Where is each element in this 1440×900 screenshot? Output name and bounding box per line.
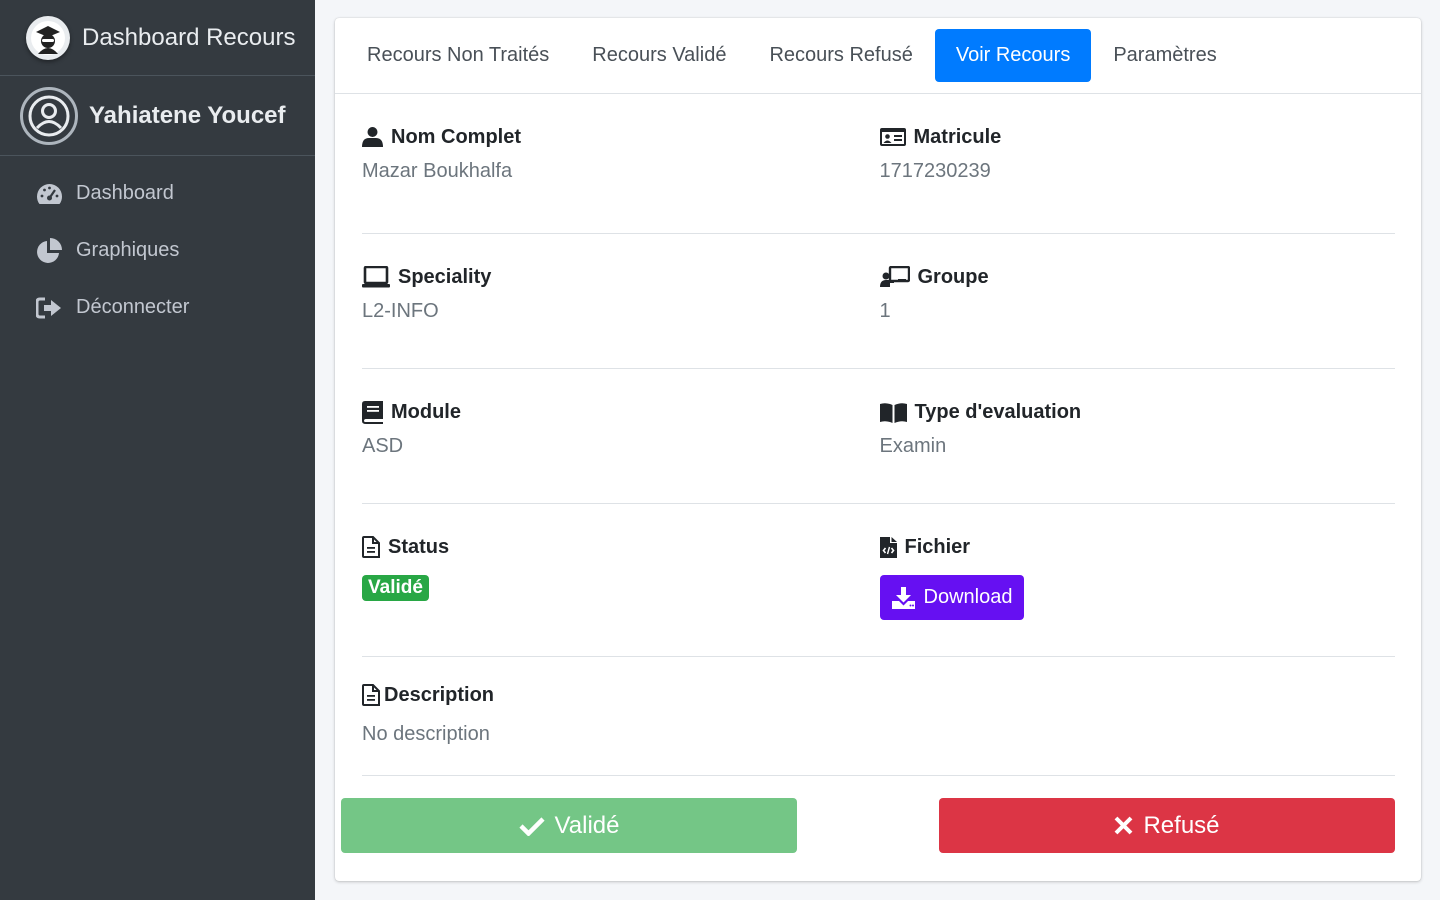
sidebar-item-label: Graphiques xyxy=(76,239,180,261)
file-code-icon xyxy=(879,536,897,558)
field-label: Fichier xyxy=(904,535,971,558)
pie-chart-icon xyxy=(36,237,64,265)
sidebar-nav: Dashboard Graphiques Déconnecter xyxy=(0,156,315,336)
book-open-icon xyxy=(879,402,907,423)
detail-row: Nom Complet Mazar Boukhalfa Matricule 17… xyxy=(362,94,1395,234)
user-icon xyxy=(362,127,383,147)
type-evaluation-field: Type d'evaluation Examin xyxy=(879,369,1396,503)
sidebar-item-label: Dashboard xyxy=(76,182,174,204)
field-label: Matricule xyxy=(913,125,1002,148)
sidebar: Dashboard Recours Yahiatene Youcef Dashb… xyxy=(0,0,315,900)
field-value: No description xyxy=(362,723,490,745)
description-field: Description No description xyxy=(362,657,1395,775)
check-icon xyxy=(518,816,545,836)
matricule-field: Matricule 1717230239 xyxy=(879,94,1396,233)
download-icon xyxy=(891,586,915,609)
sign-out-icon xyxy=(36,294,64,322)
chalkboard-teacher-icon xyxy=(879,266,910,288)
tab-recours-non-traites[interactable]: Recours Non Traités xyxy=(346,29,570,82)
field-label: Type d'evaluation xyxy=(914,400,1082,423)
tabs-bar: Recours Non Traités Recours Validé Recou… xyxy=(335,18,1421,94)
refuser-button[interactable]: Refusé xyxy=(939,798,1395,853)
brand-title: Dashboard Recours xyxy=(82,23,296,51)
field-label: Speciality xyxy=(398,265,492,288)
tab-recours-valide[interactable]: Recours Validé xyxy=(571,29,747,82)
status-field: Status Validé xyxy=(362,504,879,656)
field-value: L2-INFO xyxy=(362,300,439,322)
field-value: ASD xyxy=(362,435,404,457)
tab-recours-refuse[interactable]: Recours Refusé xyxy=(748,29,933,82)
close-icon xyxy=(1114,816,1133,835)
valider-button[interactable]: Validé xyxy=(341,798,797,853)
field-label: Description xyxy=(384,683,495,706)
brand[interactable]: Dashboard Recours xyxy=(0,0,315,76)
refuser-label: Refusé xyxy=(1143,811,1220,839)
module-field: Module ASD xyxy=(362,369,879,503)
download-label: Download xyxy=(923,586,1013,608)
user-panel[interactable]: Yahiatene Youcef xyxy=(0,76,315,156)
valider-label: Validé xyxy=(554,811,620,839)
id-card-icon xyxy=(879,127,906,147)
field-value: Mazar Boukhalfa xyxy=(362,160,513,182)
detail-row: Description No description xyxy=(362,657,1395,776)
tachometer-icon xyxy=(36,180,64,208)
speciality-field: Speciality L2-INFO xyxy=(362,234,879,368)
file-alt-icon xyxy=(362,536,380,558)
tab-voir-recours[interactable]: Voir Recours xyxy=(934,29,1092,82)
sidebar-item-dashboard[interactable]: Dashboard xyxy=(0,165,315,222)
laptop-icon xyxy=(362,266,390,288)
field-label: Groupe xyxy=(917,265,989,288)
download-button[interactable]: Download xyxy=(879,575,1025,620)
detail-row: Speciality L2-INFO Groupe 1 xyxy=(362,234,1395,369)
groupe-field: Groupe 1 xyxy=(879,234,1396,368)
field-label: Status xyxy=(388,535,450,558)
field-value: 1 xyxy=(879,300,891,322)
recours-card: Recours Non Traités Recours Validé Recou… xyxy=(335,18,1421,881)
field-value: Examin xyxy=(879,435,947,457)
brand-logo-icon xyxy=(26,15,70,60)
book-icon xyxy=(362,400,383,424)
status-badge: Validé xyxy=(362,575,429,601)
field-label: Nom Complet xyxy=(391,125,521,148)
sidebar-item-label: Déconnecter xyxy=(76,296,190,318)
fichier-field: Fichier Download xyxy=(879,504,1396,656)
nom-complet-field: Nom Complet Mazar Boukhalfa xyxy=(362,94,879,233)
file-alt-icon xyxy=(362,684,380,706)
user-name: Yahiatene Youcef xyxy=(89,101,286,129)
sidebar-item-graphiques[interactable]: Graphiques xyxy=(0,222,315,279)
field-value: 1717230239 xyxy=(879,160,991,182)
detail-row: Status Validé Fichier Download xyxy=(362,504,1395,657)
field-label: Module xyxy=(391,400,461,423)
action-buttons: Validé Refusé xyxy=(335,776,1421,853)
recours-details: Nom Complet Mazar Boukhalfa Matricule 17… xyxy=(335,94,1421,776)
tab-parametres[interactable]: Paramètres xyxy=(1092,29,1237,82)
detail-row: Module ASD Type d'evaluation Examin xyxy=(362,369,1395,504)
sidebar-item-deconnecter[interactable]: Déconnecter xyxy=(0,279,315,336)
user-avatar-icon xyxy=(20,86,78,145)
